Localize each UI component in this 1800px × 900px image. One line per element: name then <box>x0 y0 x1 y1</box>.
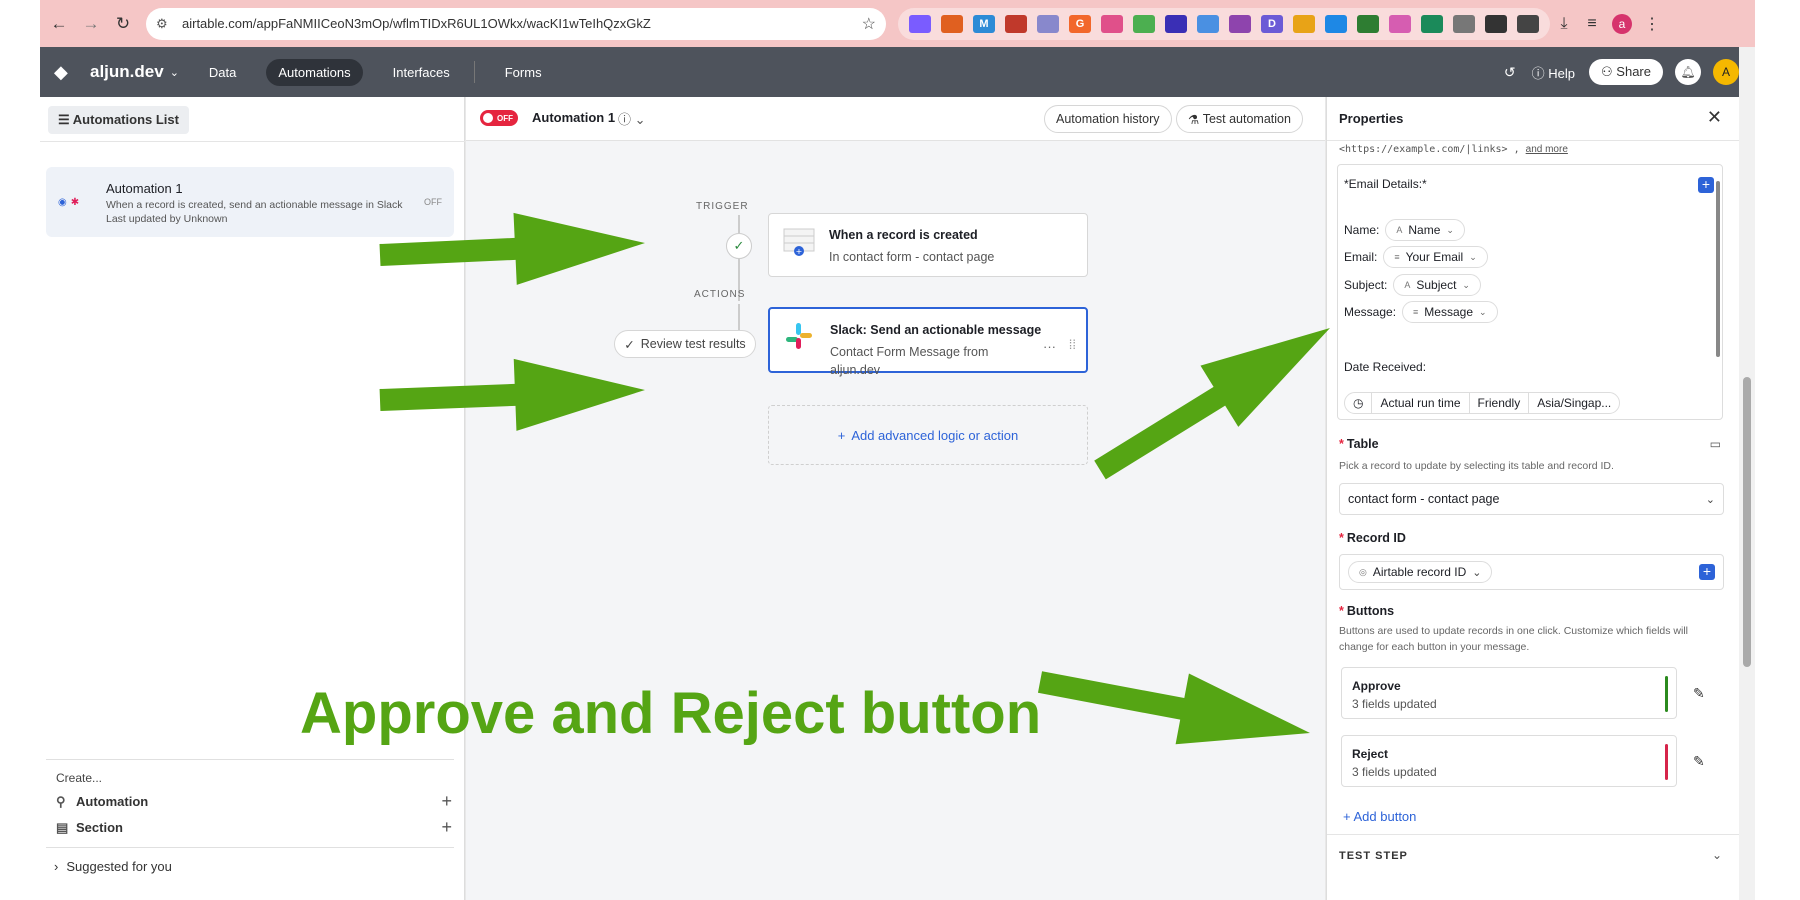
annotation-overlay <box>379 212 1330 745</box>
annotation-label: Approve and Reject button <box>300 681 1042 746</box>
annotation-arrow <box>379 358 645 431</box>
annotation-arrow <box>379 212 645 285</box>
annotation-arrow <box>1037 671 1310 745</box>
annotation-arrow <box>1094 328 1330 480</box>
